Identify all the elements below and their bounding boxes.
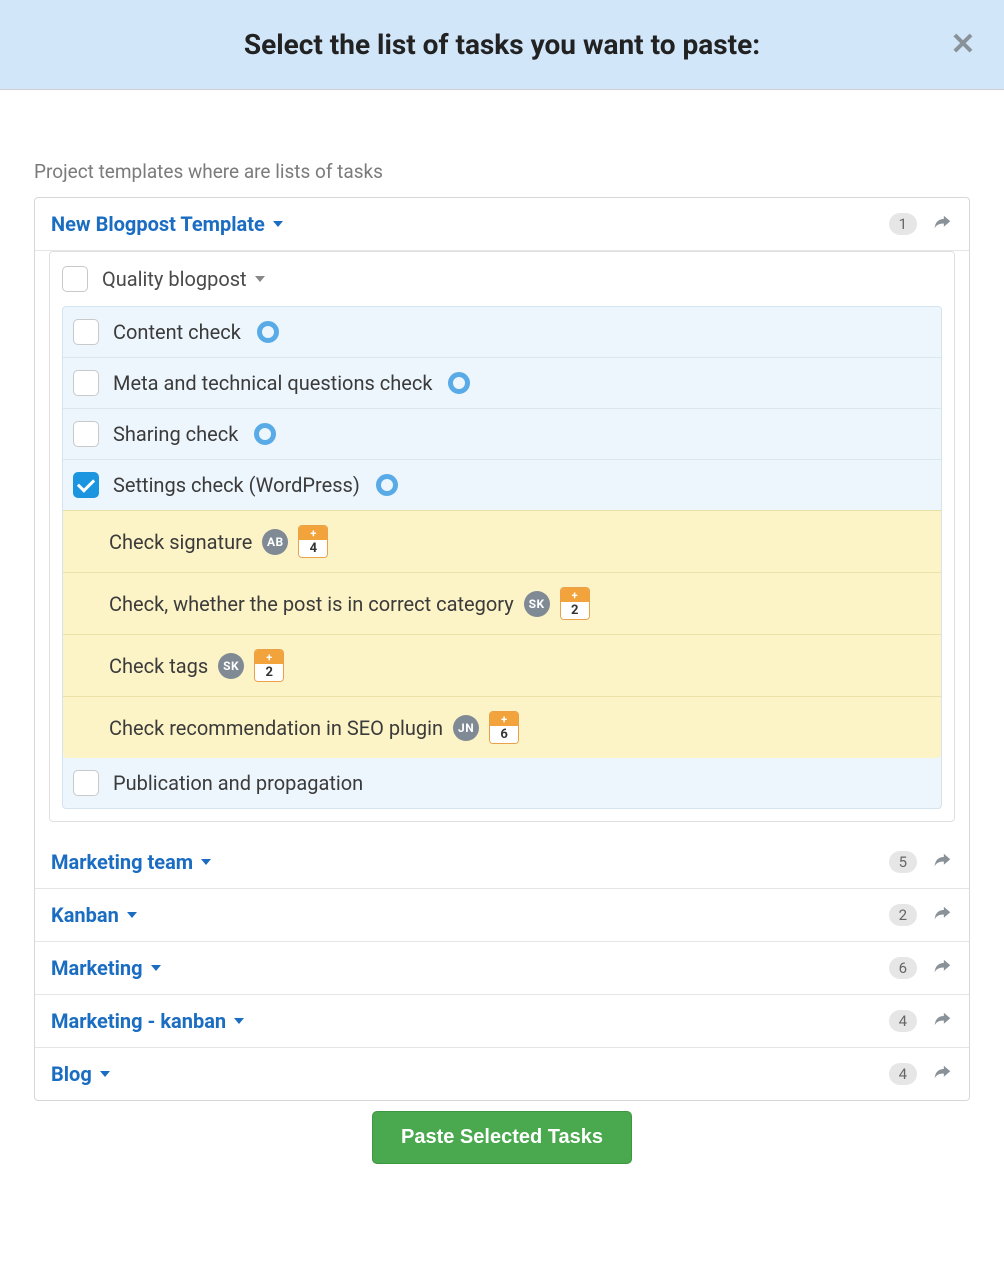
template-name[interactable]: Kanban	[51, 903, 137, 927]
share-icon[interactable]	[931, 904, 953, 926]
modal-footer: Paste Selected Tasks	[34, 1101, 970, 1204]
chevron-down-icon	[255, 276, 265, 282]
subtask-label: Check signature	[109, 530, 252, 554]
group-checkbox[interactable]	[62, 266, 88, 292]
template-header[interactable]: Blog 4	[35, 1048, 969, 1100]
subtask-label: Check recommendation in SEO plugin	[109, 716, 443, 740]
template-name[interactable]: Blog	[51, 1062, 110, 1086]
subtask-row[interactable]: Check, whether the post is in correct ca…	[63, 573, 941, 635]
section-label: Project templates where are lists of tas…	[34, 160, 970, 183]
assignee-avatar[interactable]: JN	[453, 715, 479, 741]
task-checkbox[interactable]	[73, 421, 99, 447]
template-count-badge: 2	[889, 904, 917, 926]
subtask-row[interactable]: Check recommendation in SEO plugin JN + …	[63, 697, 941, 758]
task-checkbox[interactable]	[73, 472, 99, 498]
due-plus-icon: +	[255, 650, 283, 664]
due-number: 2	[255, 664, 283, 681]
group-name-label: Quality blogpost	[102, 267, 247, 291]
share-icon[interactable]	[931, 851, 953, 873]
template-count-badge: 4	[889, 1063, 917, 1085]
assignee-avatar[interactable]: AB	[262, 529, 288, 555]
task-checkbox[interactable]	[73, 370, 99, 396]
template-name-label: Marketing team	[51, 850, 193, 874]
template-name[interactable]: Marketing team	[51, 850, 211, 874]
share-icon[interactable]	[931, 1063, 953, 1085]
due-chip[interactable]: + 2	[560, 587, 590, 620]
template-header[interactable]: Kanban 2	[35, 889, 969, 942]
subtask-row[interactable]: Check signature AB + 4	[63, 511, 941, 573]
template-name-label: Kanban	[51, 903, 119, 927]
task-label: Publication and propagation	[113, 771, 363, 795]
subtasks-region: Check signature AB + 4 Check, whether th…	[63, 510, 941, 758]
due-chip[interactable]: + 6	[489, 711, 519, 744]
chevron-down-icon	[151, 965, 161, 971]
chevron-down-icon	[273, 221, 283, 227]
template-count-badge: 6	[889, 957, 917, 979]
task-label: Sharing check	[113, 422, 238, 446]
due-number: 4	[299, 540, 327, 557]
task-row[interactable]: Publication and propagation	[63, 758, 941, 808]
subtask-label: Check tags	[109, 654, 208, 678]
template-count-badge: 1	[889, 213, 917, 235]
task-label: Content check	[113, 320, 241, 344]
subtask-label: Check, whether the post is in correct ca…	[109, 592, 514, 616]
group-header[interactable]: Quality blogpost	[50, 252, 954, 306]
due-plus-icon: +	[561, 588, 589, 602]
chevron-down-icon	[100, 1071, 110, 1077]
task-label: Settings check (WordPress)	[113, 473, 360, 497]
template-name[interactable]: New Blogpost Template	[51, 212, 283, 236]
share-icon[interactable]	[931, 213, 953, 235]
due-plus-icon: +	[299, 526, 327, 540]
modal-title: Select the list of tasks you want to pas…	[24, 28, 980, 61]
status-ring-icon	[254, 423, 276, 445]
due-chip[interactable]: + 2	[254, 649, 284, 682]
close-button[interactable]: ✕	[948, 30, 978, 60]
chevron-down-icon	[127, 912, 137, 918]
chevron-down-icon	[201, 859, 211, 865]
templates-panel: New Blogpost Template 1 Quality blogpost	[34, 197, 970, 1101]
due-number: 2	[561, 602, 589, 619]
task-label: Meta and technical questions check	[113, 371, 432, 395]
assignee-avatar[interactable]: SK	[218, 653, 244, 679]
modal-header: Select the list of tasks you want to pas…	[0, 0, 1004, 90]
task-row[interactable]: Content check	[63, 307, 941, 358]
due-chip[interactable]: + 4	[298, 525, 328, 558]
close-icon: ✕	[950, 27, 975, 62]
template-name[interactable]: Marketing	[51, 956, 161, 980]
status-ring-icon	[448, 372, 470, 394]
modal-body: Project templates where are lists of tas…	[0, 90, 1004, 1244]
template-name-label: Marketing	[51, 956, 143, 980]
template-name-label: Blog	[51, 1062, 92, 1086]
template-name[interactable]: Marketing - kanban	[51, 1009, 244, 1033]
template-header[interactable]: Marketing 6	[35, 942, 969, 995]
assignee-avatar[interactable]: SK	[524, 591, 550, 617]
task-checkbox[interactable]	[73, 319, 99, 345]
template-count-badge: 4	[889, 1010, 917, 1032]
status-ring-icon	[376, 474, 398, 496]
share-icon[interactable]	[931, 1010, 953, 1032]
chevron-down-icon	[234, 1018, 244, 1024]
paste-selected-tasks-button[interactable]: Paste Selected Tasks	[372, 1111, 632, 1164]
task-row[interactable]: Settings check (WordPress)	[63, 460, 941, 510]
task-row[interactable]: Sharing check	[63, 409, 941, 460]
task-group-panel: Quality blogpost Content check Meta and …	[49, 251, 955, 822]
task-checkbox[interactable]	[73, 770, 99, 796]
task-row[interactable]: Meta and technical questions check	[63, 358, 941, 409]
status-ring-icon	[257, 321, 279, 343]
template-name-label: Marketing - kanban	[51, 1009, 226, 1033]
due-number: 6	[490, 726, 518, 743]
template-header[interactable]: Marketing - kanban 4	[35, 995, 969, 1048]
group-name[interactable]: Quality blogpost	[102, 267, 265, 291]
tasks-region: Content check Meta and technical questio…	[62, 306, 942, 809]
template-header[interactable]: Marketing team 5	[35, 836, 969, 889]
share-icon[interactable]	[931, 957, 953, 979]
subtask-row[interactable]: Check tags SK + 2	[63, 635, 941, 697]
due-plus-icon: +	[490, 712, 518, 726]
template-count-badge: 5	[889, 851, 917, 873]
template-name-label: New Blogpost Template	[51, 212, 265, 236]
template-header[interactable]: New Blogpost Template 1	[35, 198, 969, 251]
